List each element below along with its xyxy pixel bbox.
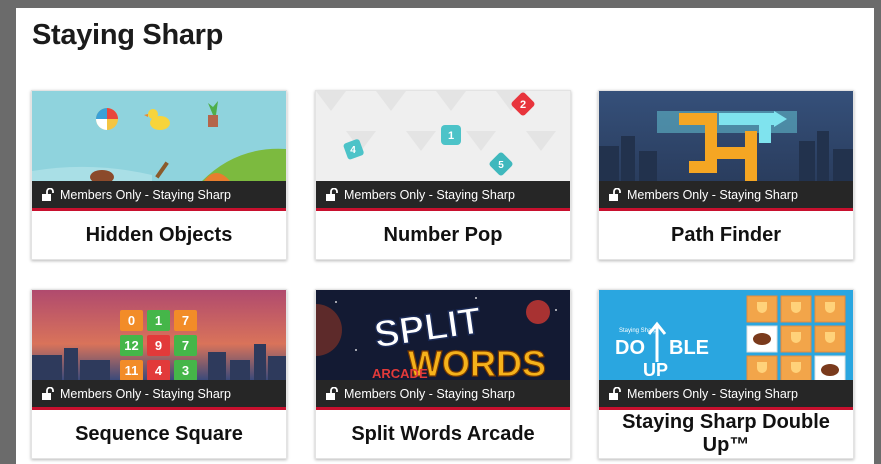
path-finder-thumbnail [599, 91, 853, 181]
tile-number: 1 [448, 130, 454, 142]
members-only-text: Members Only - Staying Sharp [627, 187, 798, 202]
unlock-icon [609, 387, 621, 400]
game-title[interactable]: Staying Sharp Double Up™ [599, 410, 853, 458]
grid-number: 7 [182, 313, 189, 328]
staying-sharp-panel: Staying Sharp Members Only - Staying Sha… [16, 8, 874, 464]
logo-text-up: UP [643, 360, 668, 380]
unlock-icon [42, 188, 54, 201]
members-only-text: Members Only - Staying Sharp [60, 386, 231, 401]
game-title[interactable]: Number Pop [316, 211, 570, 259]
game-card-sequence-square[interactable]: 0 1 7 12 9 7 11 4 3 Members Only - Stayi… [31, 289, 287, 459]
grid-number: 11 [125, 363, 139, 378]
unlock-icon [326, 387, 338, 400]
logo-text-words: WORDS [408, 343, 546, 380]
tile-number: 4 [350, 145, 356, 156]
members-only-badge: Members Only - Staying Sharp [32, 380, 286, 410]
members-only-text: Members Only - Staying Sharp [344, 386, 515, 401]
grid-number: 7 [182, 338, 189, 353]
logo-text-ble: BLE [669, 337, 709, 359]
members-only-badge: Members Only - Staying Sharp [32, 181, 286, 211]
game-title[interactable]: Sequence Square [32, 410, 286, 458]
game-card-staying-sharp-double-up[interactable]: Staying Sharp DO BLE UP Members Only - S… [598, 289, 854, 459]
tile-number: 2 [520, 99, 526, 111]
tile-number: 5 [498, 160, 504, 171]
double-up-thumbnail: Staying Sharp DO BLE UP [599, 290, 853, 380]
logo-text-arcade: ARCADE [372, 366, 428, 380]
game-title[interactable]: Path Finder [599, 211, 853, 259]
grid-number: 0 [128, 313, 135, 328]
members-only-badge: Members Only - Staying Sharp [316, 181, 570, 211]
unlock-icon [326, 188, 338, 201]
members-only-text: Members Only - Staying Sharp [344, 187, 515, 202]
members-only-text: Members Only - Staying Sharp [60, 187, 231, 202]
game-card-hidden-objects[interactable]: Members Only - Staying Sharp Hidden Obje… [31, 90, 287, 260]
members-only-badge: Members Only - Staying Sharp [599, 181, 853, 211]
members-only-text: Members Only - Staying Sharp [627, 386, 798, 401]
game-title[interactable]: Hidden Objects [32, 211, 286, 259]
game-card-number-pop[interactable]: 2 1 4 5 Members Only - Staying Sharp Num… [315, 90, 571, 260]
members-only-badge: Members Only - Staying Sharp [316, 380, 570, 410]
hidden-objects-thumbnail [32, 91, 286, 181]
game-card-path-finder[interactable]: Members Only - Staying Sharp Path Finder [598, 90, 854, 260]
number-pop-thumbnail: 2 1 4 5 [316, 91, 570, 181]
members-only-badge: Members Only - Staying Sharp [599, 380, 853, 410]
unlock-icon [42, 387, 54, 400]
grid-number: 3 [182, 363, 189, 378]
sequence-square-thumbnail: 0 1 7 12 9 7 11 4 3 [32, 290, 286, 380]
grid-number: 4 [155, 363, 163, 378]
grid-number: 1 [155, 313, 162, 328]
split-words-arcade-thumbnail: SPLIT WORDS ARCADE [316, 290, 570, 380]
unlock-icon [609, 188, 621, 201]
grid-number: 9 [155, 338, 162, 353]
logo-text-do: DO [615, 337, 645, 359]
game-title[interactable]: Split Words Arcade [316, 410, 570, 458]
game-card-split-words-arcade[interactable]: SPLIT WORDS ARCADE Members Only - Stayin… [315, 289, 571, 459]
grid-number: 12 [124, 338, 138, 353]
section-title: Staying Sharp [32, 19, 224, 51]
